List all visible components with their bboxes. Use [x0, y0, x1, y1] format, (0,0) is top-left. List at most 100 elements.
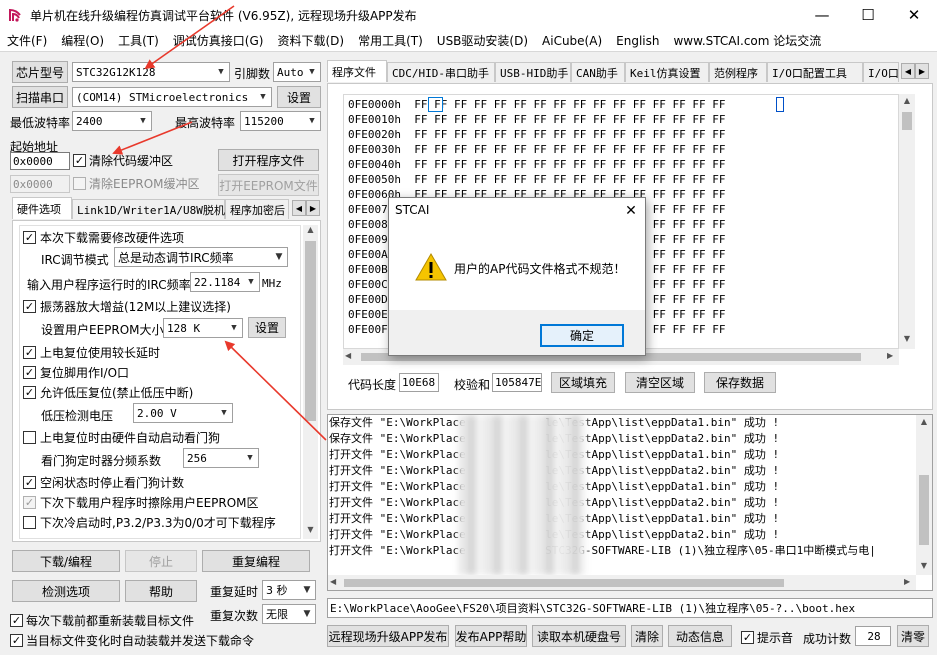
tab-keil-settings[interactable]: Keil仿真设置	[625, 62, 709, 82]
dialog-close-icon[interactable]: ✕	[617, 198, 645, 224]
tab-io-config-tool[interactable]: I/O口配置工具	[767, 62, 863, 82]
open-program-file-button[interactable]: 打开程序文件	[218, 149, 319, 171]
eeprom-size-select[interactable]: 128 K ▼	[163, 318, 243, 338]
file-path-field[interactable]: E:\WorkPlace\AooGee\FS20\项目资料\STC32G-SOF…	[327, 598, 933, 618]
tab-io-port[interactable]: I/O口	[863, 62, 899, 82]
scroll-right-icon[interactable]: ▶	[887, 351, 893, 360]
tab-hardware-options[interactable]: 硬件选项	[12, 197, 72, 219]
help-button[interactable]: 帮助	[125, 580, 197, 602]
tab-cdc-serial-assistant[interactable]: CDC/HID-串口助手	[387, 62, 495, 82]
tab-scroll-left-icon[interactable]: ◀	[292, 200, 306, 216]
min-baud-select[interactable]: 2400 ▼	[72, 111, 152, 131]
menu-aicube[interactable]: AiCube(A)	[535, 30, 609, 52]
scroll-thumb[interactable]	[919, 475, 929, 545]
idle-stop-wdt-checkbox[interactable]: ✓ 空闲状态时停止看门狗计数	[23, 472, 184, 492]
wdt-auto-start-checkbox[interactable]: 上电复位时由硬件自动启动看门狗	[23, 427, 220, 447]
scroll-right-icon[interactable]: ▶	[904, 577, 910, 586]
com-port-select[interactable]: (COM14) STMicroelectronics STI ▼	[72, 87, 272, 107]
irc-frequency-label: 输入用户程序运行时的IRC频率	[27, 278, 191, 292]
cold-boot-download-checkbox[interactable]: 下次冷启动时,P3.2/P3.3为0/0才可下载程序	[23, 512, 276, 532]
wdt-divider-select[interactable]: 256 ▼	[183, 448, 259, 468]
menu-common-tools[interactable]: 常用工具(T)	[351, 30, 430, 52]
scroll-up-icon[interactable]: ▲	[916, 417, 932, 426]
scroll-down-icon[interactable]: ▼	[899, 334, 915, 343]
options-scrollbar[interactable]: ▲ ▼	[303, 225, 318, 539]
menu-debug[interactable]: 调试仿真接口(G)	[166, 30, 271, 52]
menu-usb-driver[interactable]: USB驱动安装(D)	[430, 30, 535, 52]
max-baud-select[interactable]: 115200 ▼	[240, 111, 321, 131]
tab-usb-hid-assistant[interactable]: USB-HID助手	[495, 62, 571, 82]
repeat-program-button[interactable]: 重复编程	[202, 550, 310, 572]
pin-count-select[interactable]: Auto ▼	[273, 62, 321, 82]
tab-program-encrypt[interactable]: 程序加密后	[225, 199, 289, 219]
beep-checkbox[interactable]: ✓ 提示音	[741, 629, 793, 646]
chip-model-button[interactable]: 芯片型号	[12, 61, 68, 83]
scroll-up-icon[interactable]: ▲	[303, 225, 318, 239]
scroll-thumb[interactable]	[305, 241, 316, 421]
clear-area-button[interactable]: 清空区域	[625, 372, 695, 393]
modify-hw-options-checkbox[interactable]: ✓ 本次下载需要修改硬件选项	[23, 227, 184, 247]
eeprom-size-set-button[interactable]: 设置	[248, 317, 286, 338]
scan-port-button[interactable]: 扫描串口	[12, 86, 68, 108]
scroll-left-icon[interactable]: ◀	[345, 351, 351, 360]
menu-downloads[interactable]: 资料下载(D)	[270, 30, 351, 52]
tab-scroll-right-icon[interactable]: ▶	[915, 63, 929, 79]
clear-log-button[interactable]: 清除	[631, 625, 663, 647]
menu-tools[interactable]: 工具(T)	[111, 30, 166, 52]
check-options-button[interactable]: 检测选项	[12, 580, 120, 602]
scroll-down-icon[interactable]: ▼	[303, 525, 318, 539]
lvd-voltage-select[interactable]: 2.00 V ▼	[133, 403, 233, 423]
tab-scroll-right-icon[interactable]: ▶	[306, 200, 320, 216]
erase-eeprom-checkbox[interactable]: ✓ 下次下载用户程序时擦除用户EEPROM区	[23, 492, 259, 512]
reload-before-download-checkbox[interactable]: ✓ 每次下载前都重新装载目标文件	[10, 612, 194, 629]
minimize-button[interactable]: —	[799, 0, 845, 30]
download-program-button[interactable]: 下载/编程	[12, 550, 120, 572]
read-disk-id-button[interactable]: 读取本机硬盘号	[532, 625, 626, 647]
scroll-thumb[interactable]	[902, 112, 912, 130]
menu-file[interactable]: 文件(F)	[0, 30, 54, 52]
low-voltage-reset-checkbox[interactable]: ✓ 允许低压复位(禁止低压中断)	[23, 382, 193, 402]
area-fill-button[interactable]: 区域填充	[551, 372, 615, 393]
tab-example-programs[interactable]: 范例程序	[709, 62, 767, 82]
irc-mode-select[interactable]: 总是动态调节IRC频率 ▼	[114, 247, 288, 267]
auto-reload-checkbox[interactable]: ✓ 当目标文件变化时自动装载并发送下载命令	[10, 632, 254, 649]
osc-gain-checkbox[interactable]: ✓ 振荡器放大增益(12M以上建议选择)	[23, 296, 231, 316]
scroll-down-icon[interactable]: ▼	[916, 561, 932, 570]
tab-program-file[interactable]: 程序文件	[327, 60, 387, 82]
tab-can-assistant[interactable]: CAN助手	[571, 62, 625, 82]
clear-code-buffer-checkbox[interactable]: ✓ 清除代码缓冲区	[73, 152, 173, 169]
min-baud-label: 最低波特率	[10, 116, 71, 130]
scroll-thumb[interactable]	[344, 579, 784, 587]
reset-pin-io-checkbox[interactable]: ✓ 复位脚用作I/O口	[23, 362, 129, 382]
port-settings-button[interactable]: 设置	[277, 86, 321, 108]
stop-button[interactable]: 停止	[125, 550, 197, 572]
maximize-button[interactable]: ☐	[845, 0, 891, 30]
chip-model-select[interactable]: STC32G12K128 ▼	[72, 62, 230, 82]
menu-english[interactable]: English	[609, 30, 666, 52]
clear-eeprom-buffer-checkbox[interactable]: 清除EEPROM缓冲区	[73, 175, 200, 192]
close-button[interactable]: ✕	[891, 0, 937, 30]
log-horizontal-scrollbar[interactable]: ◀ ▶	[328, 575, 916, 590]
eeprom-start-address-input[interactable]: 0x0000	[10, 175, 70, 193]
tab-scroll-left-icon[interactable]: ◀	[901, 63, 915, 79]
repeat-delay-select[interactable]: 3 秒 ▼	[262, 580, 316, 600]
log-output[interactable]: 保存文件 "E:\WorkPlace le\TestApp\list\eppDa…	[327, 414, 933, 591]
save-data-button[interactable]: 保存数据	[704, 372, 776, 393]
clear-count-button[interactable]: 清零	[897, 625, 929, 647]
open-eeprom-file-button[interactable]: 打开EEPROM文件	[218, 174, 319, 196]
repeat-count-select[interactable]: 无限 ▼	[262, 604, 316, 624]
log-vertical-scrollbar[interactable]: ▲ ▼	[916, 415, 932, 575]
hex-vertical-scrollbar[interactable]: ▲ ▼	[899, 94, 915, 349]
menu-program[interactable]: 编程(O)	[54, 30, 111, 52]
irc-frequency-select[interactable]: 22.1184 ▼	[190, 272, 260, 292]
publish-app-button[interactable]: 远程现场升级APP发布	[327, 625, 449, 647]
reset-long-delay-checkbox[interactable]: ✓ 上电复位使用较长延时	[23, 342, 160, 362]
scroll-left-icon[interactable]: ◀	[330, 577, 336, 586]
code-start-address-input[interactable]: 0x0000	[10, 152, 70, 170]
scroll-up-icon[interactable]: ▲	[899, 96, 915, 105]
tab-offline-programmer[interactable]: Link1D/Writer1A/U8W脱机	[72, 199, 225, 219]
publish-app-help-button[interactable]: 发布APP帮助	[455, 625, 527, 647]
dynamic-info-button[interactable]: 动态信息	[668, 625, 732, 647]
dialog-ok-button[interactable]: 确定	[540, 324, 624, 347]
menu-forum-link[interactable]: www.STCAI.com 论坛交流	[666, 30, 828, 52]
